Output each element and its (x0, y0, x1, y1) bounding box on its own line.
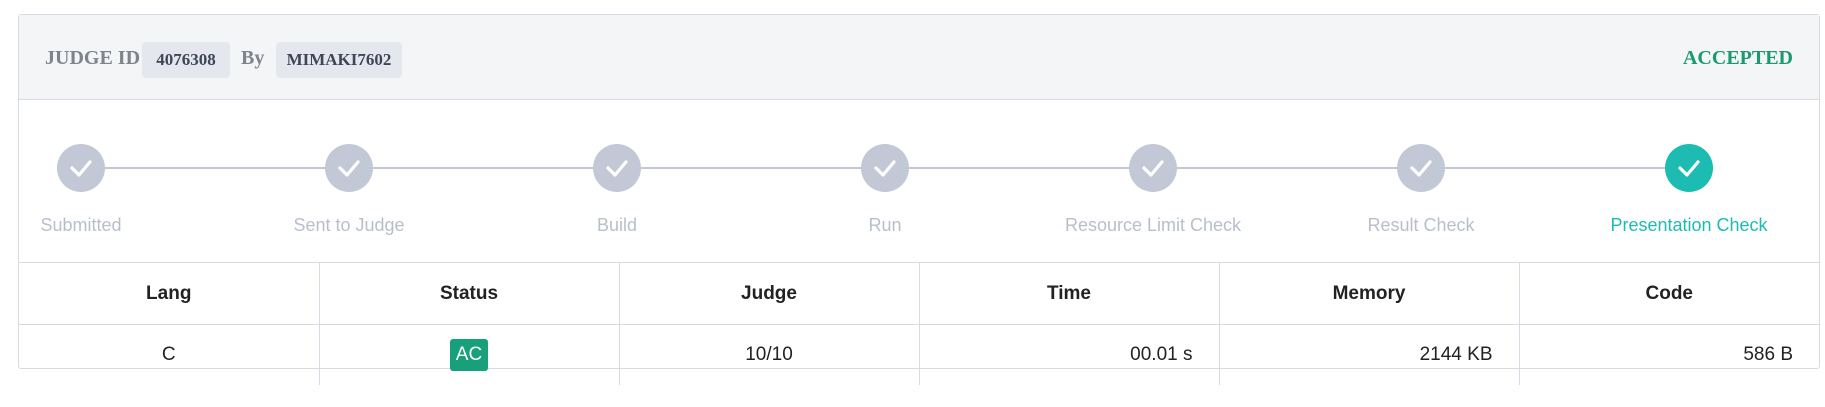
judge-id-badge: 4076308 (142, 42, 230, 78)
step-submitted: Submitted (0, 144, 181, 236)
check-icon (57, 144, 105, 192)
check-icon (593, 144, 641, 192)
step-result-check: Result Check (1321, 144, 1521, 236)
column-header-code: Code (1519, 263, 1819, 325)
step-run: Run (785, 144, 985, 236)
step-sent-to-judge: Sent to Judge (249, 144, 449, 236)
judge-id-label: JUDGE ID : (45, 47, 152, 69)
step-build: Build (517, 144, 717, 236)
step-label: Result Check (1367, 215, 1475, 235)
column-header-judge: Judge (619, 263, 920, 325)
cell-time: 00.01 s (919, 324, 1220, 385)
by-label: By (241, 47, 265, 69)
column-header-status: Status (319, 263, 620, 325)
step-label: Presentation Check (1610, 215, 1768, 235)
cell-lang: C (19, 324, 320, 385)
step-presentation-check: Presentation Check (1589, 144, 1789, 236)
step-label: Submitted (40, 215, 122, 235)
step-label: Run (868, 215, 902, 235)
step-label: Resource Limit Check (1064, 215, 1242, 235)
column-header-memory: Memory (1219, 263, 1520, 325)
status-badge: AC (449, 339, 489, 371)
result-table: Lang Status Judge Time Memory Code C AC … (19, 263, 1819, 385)
step-label: Build (596, 215, 638, 235)
progress-steps: Submitted Sent to Judge Build Run Resour (19, 100, 1819, 263)
column-header-lang: Lang (19, 263, 320, 325)
table-header-row: Lang Status Judge Time Memory Code (19, 263, 1819, 325)
check-icon (861, 144, 909, 192)
check-icon (1397, 144, 1445, 192)
step-resource-limit-check: Resource Limit Check (1053, 144, 1253, 236)
status-text: ACCEPTED (1682, 47, 1793, 69)
check-icon (325, 144, 373, 192)
submission-header: JUDGE ID : 4076308 By MIMAKI7602 ACCEPTE… (19, 15, 1819, 100)
table-row: C AC 10/10 00.01 s 2144 KB 586 B (19, 324, 1819, 386)
user-badge[interactable]: MIMAKI7602 (276, 42, 402, 78)
cell-code[interactable]: 586 B (1519, 325, 1819, 386)
cell-status: AC (319, 324, 620, 385)
check-icon (1665, 144, 1713, 192)
submission-card: JUDGE ID : 4076308 By MIMAKI7602 ACCEPTE… (18, 14, 1820, 385)
cell-judge: 10/10 (619, 324, 920, 385)
check-icon (1129, 144, 1177, 192)
step-label: Sent to Judge (293, 215, 405, 235)
column-header-time: Time (919, 263, 1220, 325)
cell-memory: 2144 KB (1219, 324, 1520, 385)
